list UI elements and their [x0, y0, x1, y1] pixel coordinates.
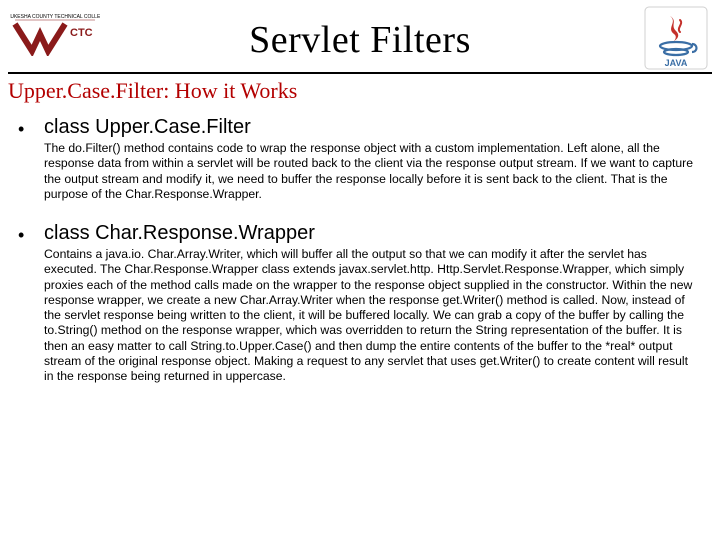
wctc-logo: WAUKESHA COUNTY TECHNICAL COLLEGE CTC [10, 6, 100, 56]
bullet-item: • class Char.Response.Wrapper Contains a… [18, 222, 702, 384]
slide-header: WAUKESHA COUNTY TECHNICAL COLLEGE CTC Se… [0, 0, 720, 70]
svg-text:JAVA: JAVA [665, 58, 688, 68]
slide-content: • class Upper.Case.Filter The do.Filter(… [0, 116, 720, 384]
bullet-heading: class Upper.Case.Filter [44, 116, 702, 139]
bullet-heading: class Char.Response.Wrapper [44, 222, 702, 245]
bullet-text: Contains a java.io. Char.Array.Writer, w… [44, 247, 702, 384]
svg-text:WAUKESHA COUNTY TECHNICAL COLL: WAUKESHA COUNTY TECHNICAL COLLEGE [10, 14, 100, 20]
slide-title: Servlet Filters [0, 0, 720, 62]
bullet-text: The do.Filter() method contains code to … [44, 141, 702, 202]
bullet-body: class Upper.Case.Filter The do.Filter() … [44, 116, 702, 202]
divider [8, 72, 712, 74]
bullet-body: class Char.Response.Wrapper Contains a j… [44, 222, 702, 384]
svg-text:CTC: CTC [70, 27, 93, 39]
bullet-marker: • [18, 222, 44, 384]
bullet-marker: • [18, 116, 44, 202]
java-logo: JAVA [644, 6, 708, 70]
bullet-item: • class Upper.Case.Filter The do.Filter(… [18, 116, 702, 202]
slide-subtitle: Upper.Case.Filter: How it Works [0, 78, 720, 110]
